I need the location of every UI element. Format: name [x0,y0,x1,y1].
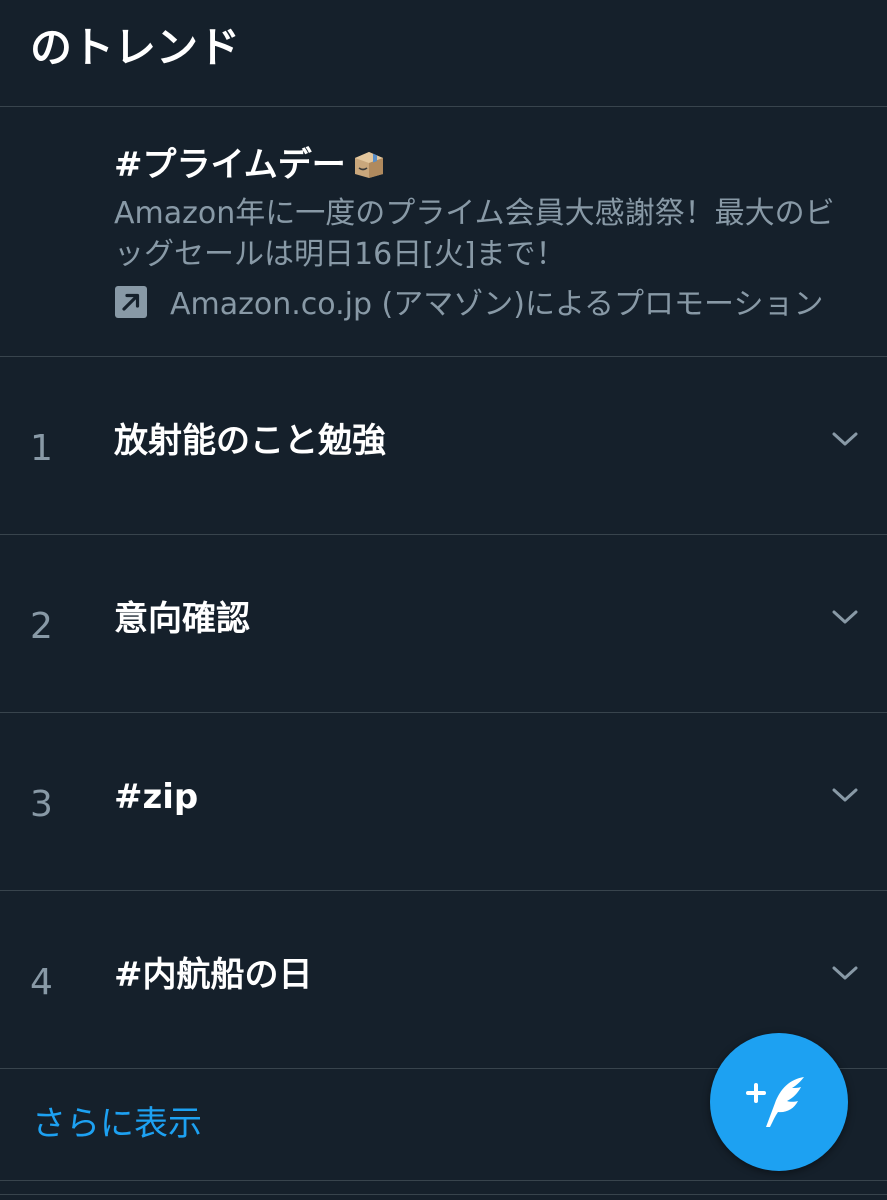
trend-rank: 4 [30,962,53,1003]
divider [0,1194,887,1195]
package-box-icon [354,152,383,178]
chevron-down-icon[interactable] [831,603,859,631]
promoted-trend-title-line: #プライムデー [114,143,386,187]
promoted-trend[interactable]: #プライムデー Amazon年に一度のプライム会員大感謝祭！最大のビッグセールは… [0,107,887,357]
trend-item[interactable]: 2 意向確認 [0,535,887,713]
trend-rank: 2 [30,606,53,647]
trend-name: #内航船の日 [114,955,313,995]
show-more-link[interactable]: さらに表示 [32,1102,202,1146]
promoted-trend-title: #プライムデー [114,145,346,185]
trend-name: 意向確認 [114,599,250,639]
promoted-trend-description: Amazon年に一度のプライム会員大感謝祭！最大のビッグセールは明日16日[火]… [114,196,835,272]
trends-header: のトレンド [0,0,887,107]
trend-name: #zip [114,777,199,817]
page-title: のトレンド [30,23,241,72]
compose-tweet-icon [746,1077,804,1127]
trend-item[interactable]: 3 #zip [0,713,887,891]
chevron-down-icon[interactable] [831,781,859,809]
trend-name: 放射能のこと勉強 [114,421,386,461]
promoted-trend-source: Amazon.co.jp (アマゾン)によるプロモーション [114,285,823,325]
promoted-arrow-icon [115,286,147,318]
trend-rank: 3 [30,784,53,825]
trend-rank: 1 [30,428,53,469]
compose-tweet-button[interactable] [710,1033,848,1171]
chevron-down-icon[interactable] [831,959,859,987]
trend-item[interactable]: 1 放射能のこと勉強 [0,357,887,535]
chevron-down-icon[interactable] [831,425,859,453]
promoted-trend-source-label: Amazon.co.jp (アマゾン)によるプロモーション [170,287,824,322]
